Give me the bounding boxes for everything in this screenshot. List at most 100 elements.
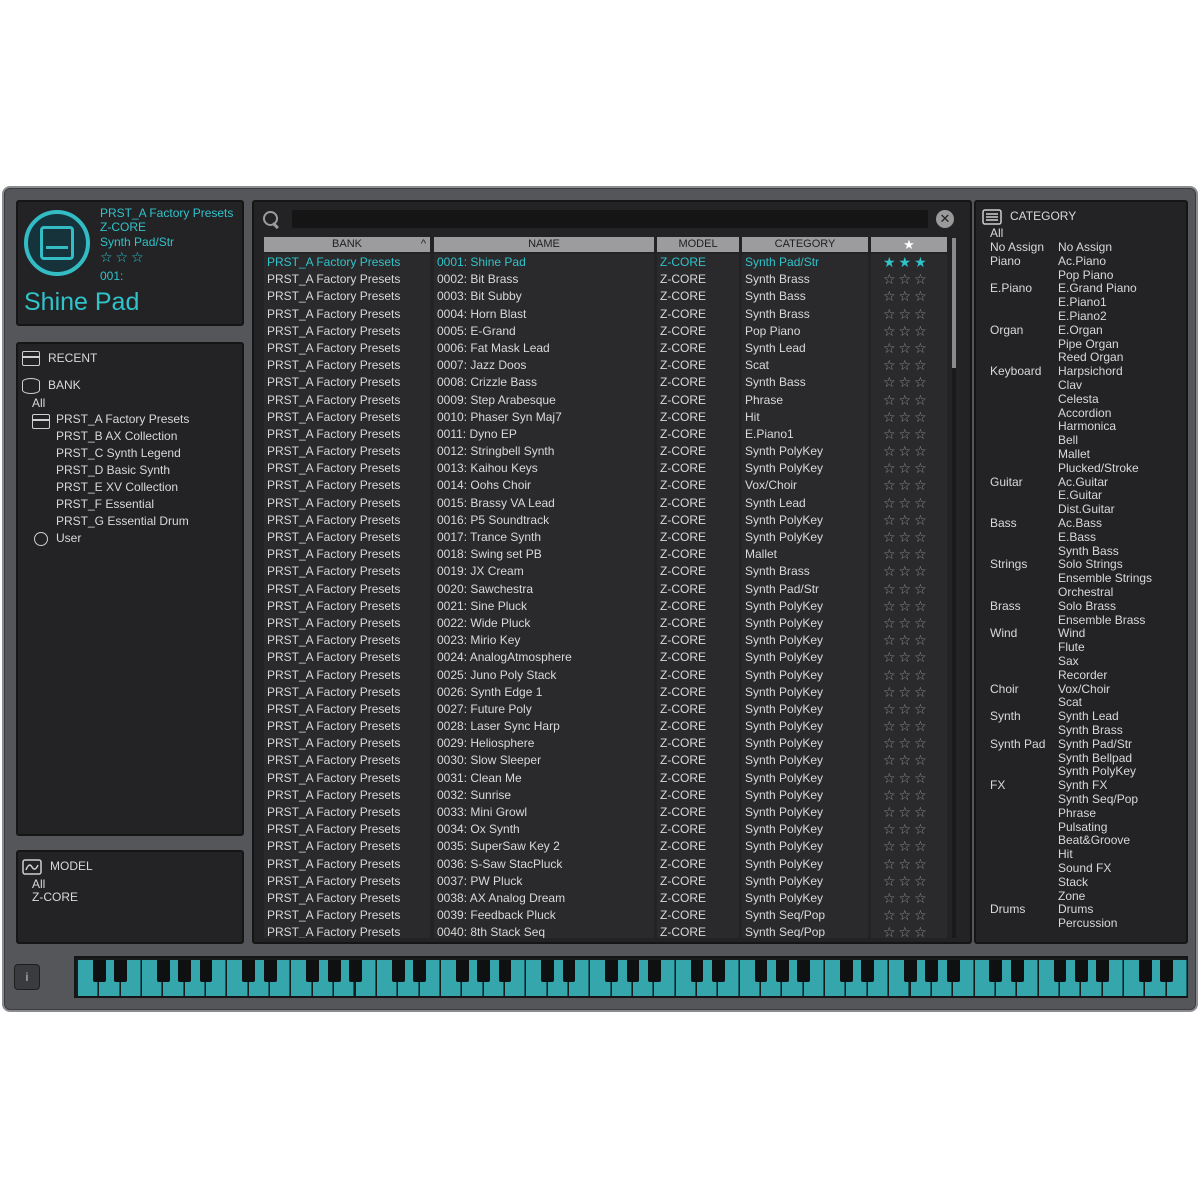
preset-bank-cell[interactable]: PRST_A Factory Presets [264,546,430,563]
preset-category-cell[interactable]: Synth PolyKey [742,752,868,769]
preset-model-cell[interactable]: Z-CORE [657,752,739,769]
category-sub-item[interactable]: Plucked/Stroke [1058,461,1139,476]
category-sub-item[interactable]: Accordion [1058,406,1111,421]
category-sub-item[interactable]: Stack [1058,875,1088,890]
category-sub-item[interactable]: Ensemble Brass [1058,613,1145,628]
category-sub-item[interactable]: Ac.Guitar [1058,475,1108,490]
preset-rating-cell[interactable]: ☆☆☆ [871,615,947,632]
black-key[interactable] [690,960,704,982]
preset-category-cell[interactable]: Synth Bass [742,374,868,391]
preset-rating-cell[interactable]: ☆☆☆ [871,598,947,615]
preset-category-cell[interactable]: Synth PolyKey [742,838,868,855]
keyboard[interactable] [74,956,1188,998]
category-sub-item[interactable]: Recorder [1058,668,1107,683]
preset-category-cell[interactable]: Synth PolyKey [742,529,868,546]
preset-rating-cell[interactable]: ☆☆☆ [871,856,947,873]
preset-category-cell[interactable]: Synth Pad/Str [742,581,868,598]
preset-name-cell[interactable]: 0035: SuperSaw Key 2 [434,838,654,855]
preset-model-cell[interactable]: Z-CORE [657,581,739,598]
black-key[interactable] [263,960,277,982]
preset-name-cell[interactable]: 0006: Fat Mask Lead [434,340,654,357]
preset-bank-cell[interactable]: PRST_A Factory Presets [264,443,430,460]
preset-name-cell[interactable]: 0008: Crizzle Bass [434,374,654,391]
search-icon[interactable] [262,210,280,228]
preset-model-cell[interactable]: Z-CORE [657,667,739,684]
preset-rating-cell[interactable]: ☆☆☆ [871,460,947,477]
preset-rating-cell[interactable]: ☆☆☆ [871,443,947,460]
category-sub-item[interactable]: E.Guitar [1058,489,1102,503]
preset-model-cell[interactable]: Z-CORE [657,770,739,787]
preset-category-cell[interactable]: Hit [742,409,868,426]
preset-bank-cell[interactable]: PRST_A Factory Presets [264,392,430,409]
preset-category-cell[interactable]: Synth PolyKey [742,460,868,477]
bank-all-item[interactable]: All [32,395,45,411]
preset-model-cell[interactable]: Z-CORE [657,357,739,374]
black-key[interactable] [1160,960,1174,982]
category-sub-item[interactable]: Celesta [1058,392,1099,407]
preset-rating-cell[interactable]: ☆☆☆ [871,752,947,769]
preset-name-cell[interactable]: 0003: Bit Subby [434,288,654,305]
clear-icon[interactable]: ✕ [936,210,954,228]
bank-list-item[interactable]: PRST_B AX Collection [56,428,177,445]
preset-name-cell[interactable]: 0017: Trance Synth [434,529,654,546]
black-key[interactable] [946,960,960,982]
preset-model-cell[interactable]: Z-CORE [657,340,739,357]
list-scrollbar[interactable] [952,238,956,938]
category-group-item[interactable]: E.Piano [990,282,1032,296]
preset-name-cell[interactable]: 0030: Slow Sleeper [434,752,654,769]
preset-bank-cell[interactable]: PRST_A Factory Presets [264,718,430,735]
bank-list-item[interactable]: PRST_F Essential [56,496,154,513]
preset-rating-cell[interactable]: ☆☆☆ [871,924,947,938]
preset-model-cell[interactable]: Z-CORE [657,873,739,890]
category-sub-item[interactable]: Dist.Guitar [1058,502,1115,517]
category-sub-item[interactable]: Synth Seq/Pop [1058,792,1138,807]
preset-model-cell[interactable]: Z-CORE [657,477,739,494]
black-key[interactable] [114,960,128,982]
black-key[interactable] [199,960,213,982]
preset-model-cell[interactable]: Z-CORE [657,821,739,838]
preset-bank-cell[interactable]: PRST_A Factory Presets [264,873,430,890]
preset-bank-cell[interactable]: PRST_A Factory Presets [264,529,430,546]
category-sub-item[interactable]: Solo Brass [1058,599,1116,614]
category-group-item[interactable]: Drums [990,903,1025,917]
preset-bank-cell[interactable]: PRST_A Factory Presets [264,615,430,632]
category-all-item[interactable]: All [990,226,1003,241]
black-key[interactable] [178,960,192,982]
category-sub-item[interactable]: Sound FX [1058,861,1111,876]
bank-item[interactable]: BANK [22,377,81,394]
category-sub-item[interactable]: Synth Brass [1058,723,1123,738]
category-sub-item[interactable]: Synth Pad/Str [1058,737,1132,752]
preset-bank-cell[interactable]: PRST_A Factory Presets [264,271,430,288]
preset-name-cell[interactable]: 0033: Mini Growl [434,804,654,821]
preset-category-cell[interactable]: Synth PolyKey [742,821,868,838]
black-key[interactable] [776,960,789,982]
preset-category-cell[interactable]: Synth PolyKey [742,770,868,787]
column-header-model[interactable]: MODEL [657,237,739,252]
preset-rating-cell[interactable]: ☆☆☆ [871,477,947,494]
preset-name-cell[interactable]: 0039: Feedback Pluck [434,907,654,924]
column-header-bank[interactable]: BANK ^ [264,237,430,252]
black-key[interactable] [562,960,576,982]
black-key[interactable] [1096,960,1109,982]
preset-model-cell[interactable]: Z-CORE [657,374,739,391]
preset-bank-cell[interactable]: PRST_A Factory Presets [264,477,430,494]
category-sub-item[interactable]: Ac.Bass [1058,516,1102,531]
category-group-item[interactable]: FX [990,778,1005,793]
black-key[interactable] [413,960,426,982]
preset-model-cell[interactable]: Z-CORE [657,443,739,460]
preset-model-cell[interactable]: Z-CORE [657,632,739,649]
preset-bank-cell[interactable]: PRST_A Factory Presets [264,254,430,271]
category-sub-item[interactable]: E.Piano1 [1058,295,1107,310]
preset-rating-cell[interactable]: ☆☆☆ [871,529,947,546]
preset-rating-cell[interactable]: ☆☆☆ [871,495,947,512]
preset-name-cell[interactable]: 0022: Wide Pluck [434,615,654,632]
black-key[interactable] [861,960,875,982]
preset-bank-cell[interactable]: PRST_A Factory Presets [264,409,430,426]
category-sub-item[interactable]: Pulsating [1058,820,1107,835]
bank-list-item[interactable]: PRST_A Factory Presets [56,411,189,428]
preset-rating-cell[interactable]: ☆☆☆ [871,632,947,649]
preset-rating-cell[interactable]: ☆☆☆ [871,787,947,804]
preset-model-cell[interactable]: Z-CORE [657,392,739,409]
category-group-item[interactable]: Bass [990,516,1017,531]
category-sub-item[interactable]: E.Bass [1058,530,1096,545]
